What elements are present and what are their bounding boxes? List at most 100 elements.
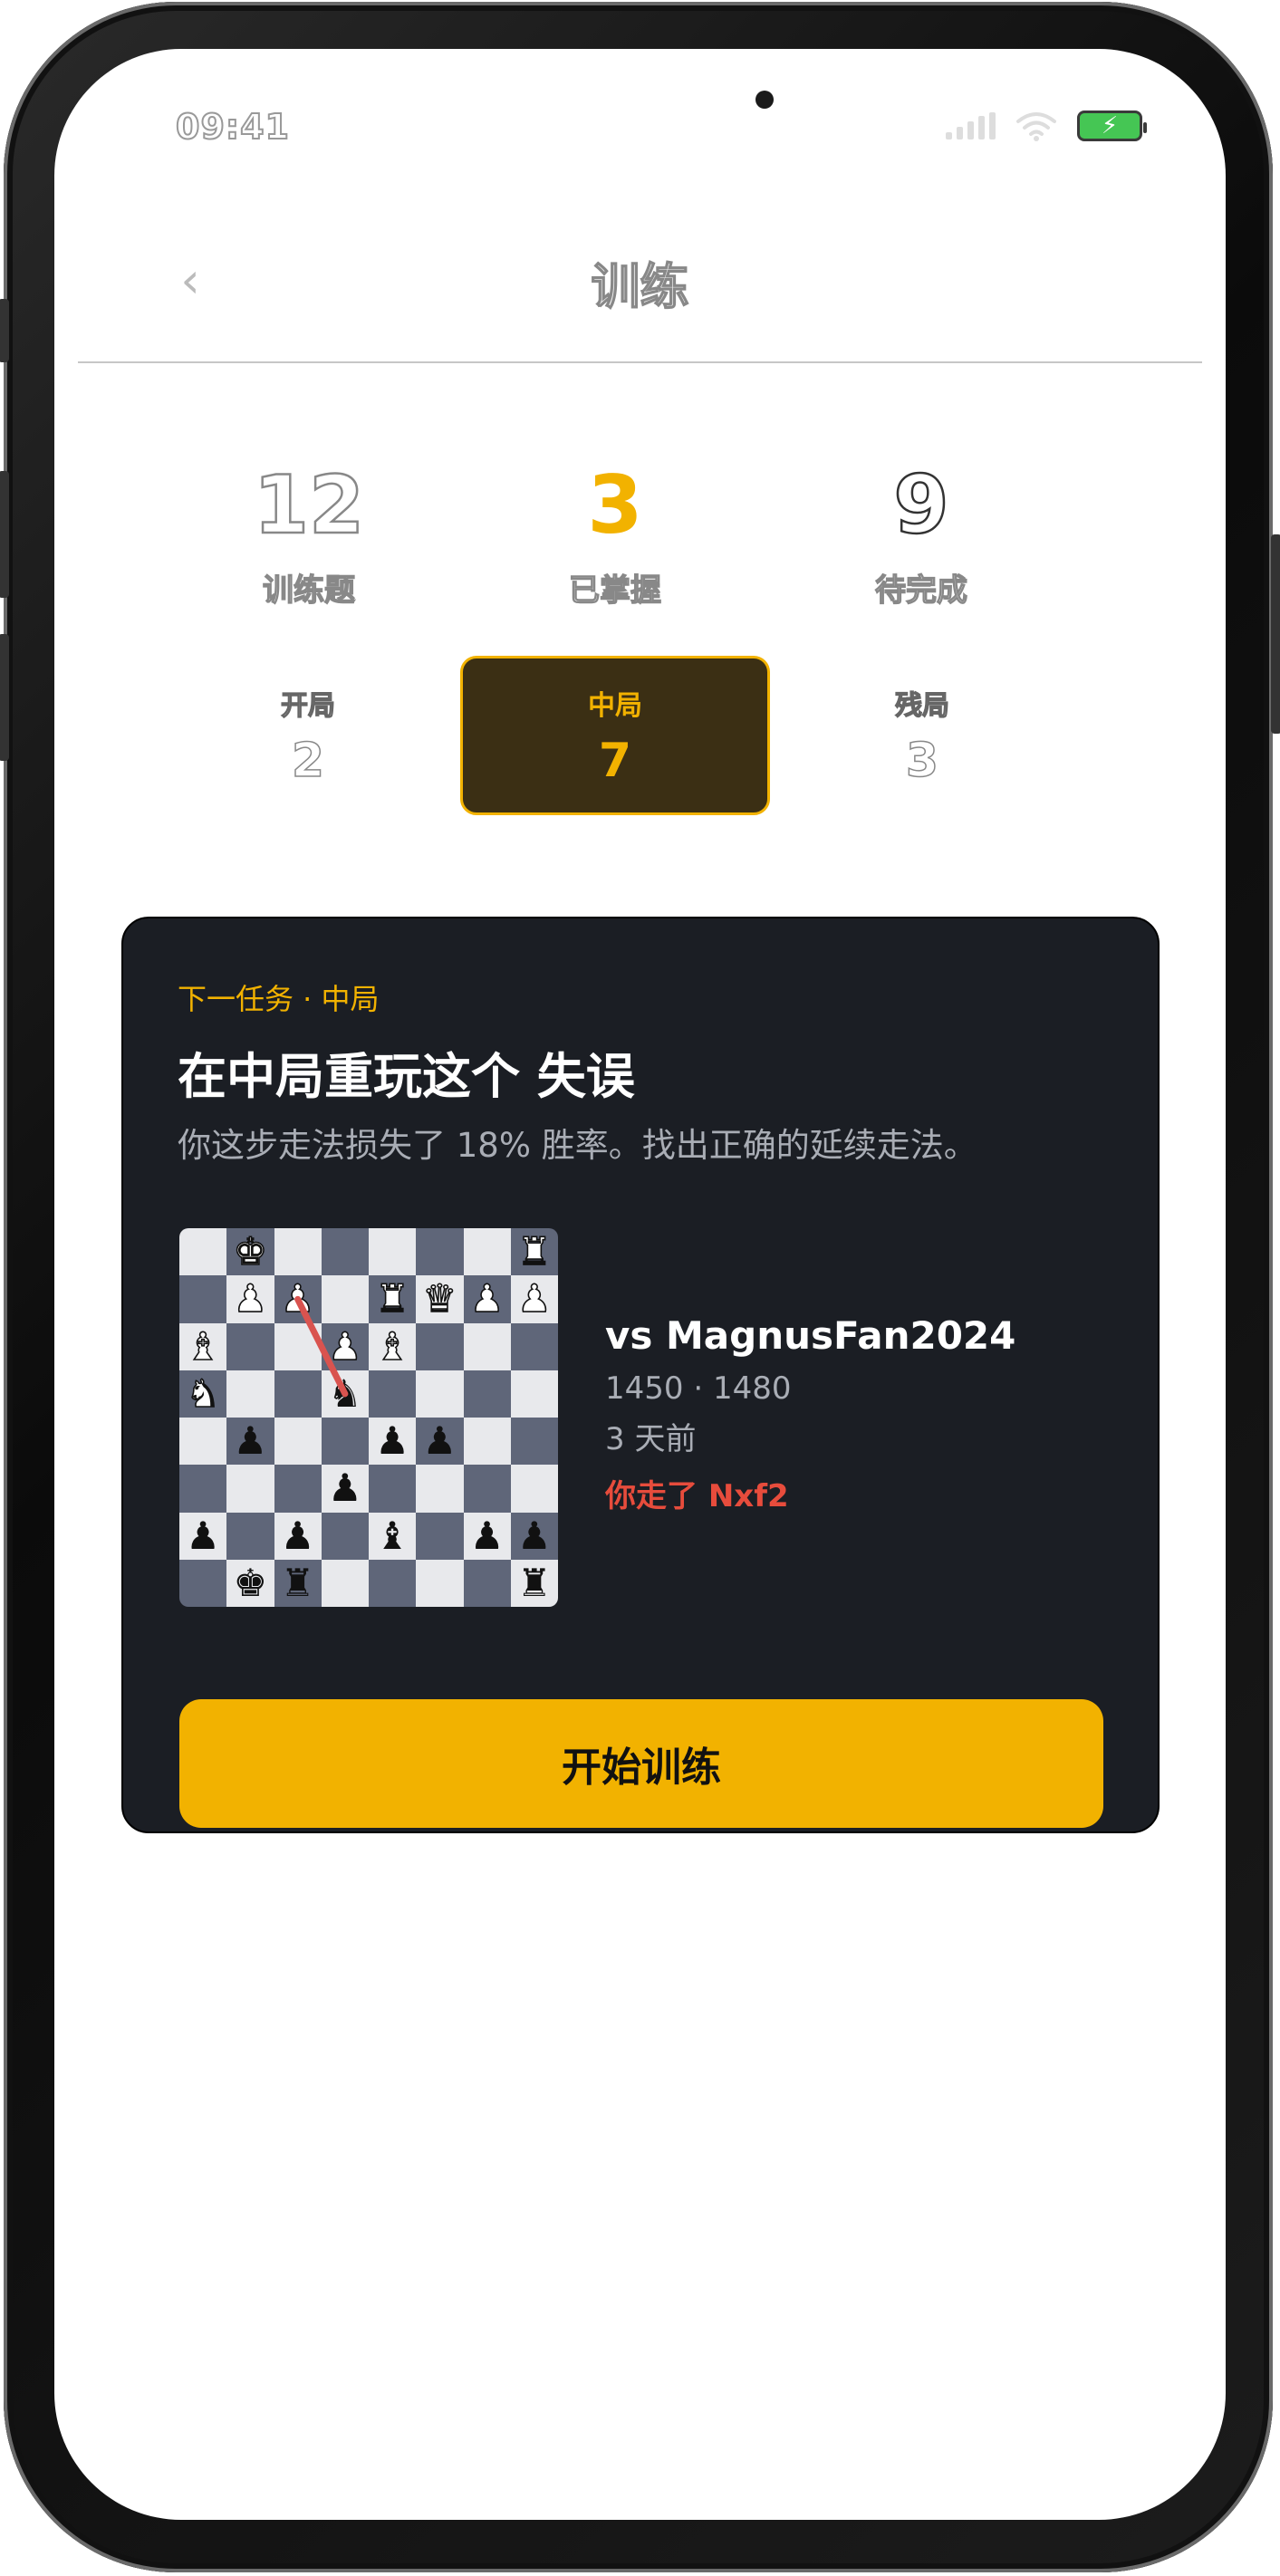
white-rook-icon: ♜ <box>516 1229 552 1274</box>
board-square[interactable] <box>321 1559 369 1607</box>
stat-mastered: 3 已掌握 <box>462 466 768 610</box>
board-square[interactable] <box>274 1228 322 1276</box>
board-square[interactable]: ♟ <box>369 1418 417 1466</box>
board-square[interactable]: ♟ <box>179 1512 227 1560</box>
board-square[interactable] <box>463 1228 511 1276</box>
board-square[interactable] <box>463 1418 511 1466</box>
board-square[interactable]: ♟ <box>274 1275 322 1323</box>
board-square[interactable] <box>179 1418 227 1466</box>
category-tabs: 开局 2 中局 7 残局 3 <box>156 656 1074 815</box>
board-square[interactable]: ♞ <box>321 1370 369 1418</box>
board-square[interactable]: ♟ <box>510 1512 558 1560</box>
board-square[interactable] <box>416 1228 464 1276</box>
board-square[interactable]: ♟ <box>321 1322 369 1370</box>
white-king-icon: ♚ <box>233 1229 268 1274</box>
white-rook-icon: ♜ <box>375 1276 410 1322</box>
board-square[interactable] <box>226 1322 274 1370</box>
stat-label: 待完成 <box>874 572 967 609</box>
board-square[interactable] <box>510 1370 558 1418</box>
board-square[interactable]: ♟ <box>463 1512 511 1560</box>
board-square[interactable] <box>416 1559 464 1607</box>
black-pawn-icon: ♟ <box>280 1513 315 1558</box>
board-square[interactable]: ♝ <box>369 1322 417 1370</box>
board-square[interactable]: ♝ <box>179 1322 227 1370</box>
board-square[interactable]: ♟ <box>226 1275 274 1323</box>
board-square[interactable]: ♜ <box>510 1228 558 1276</box>
board-square[interactable] <box>226 1465 274 1513</box>
time-ago: 3 天前 <box>605 1421 697 1457</box>
task-eyebrow: 下一任务 · 中局 <box>178 982 380 1016</box>
tab-opening[interactable]: 开局 2 <box>156 656 460 815</box>
board-square[interactable] <box>416 1322 464 1370</box>
board-square[interactable]: ♟ <box>416 1418 464 1466</box>
header-divider <box>78 361 1202 363</box>
board-square[interactable] <box>510 1322 558 1370</box>
board-square[interactable]: ♚ <box>226 1559 274 1607</box>
white-queen-icon: ♛ <box>422 1276 457 1322</box>
board-square[interactable]: ♟ <box>274 1512 322 1560</box>
board-square[interactable]: ♛ <box>416 1275 464 1323</box>
board-square[interactable] <box>369 1228 417 1276</box>
board-square[interactable] <box>463 1322 511 1370</box>
board-square[interactable]: ♜ <box>274 1559 322 1607</box>
board-square[interactable] <box>510 1418 558 1466</box>
board-square[interactable] <box>179 1559 227 1607</box>
start-training-button[interactable]: 开始训练 <box>179 1699 1103 1828</box>
board-square[interactable] <box>463 1559 511 1607</box>
board-square[interactable] <box>321 1512 369 1560</box>
tab-label: 开局 <box>280 689 335 722</box>
board-square[interactable] <box>179 1228 227 1276</box>
board-square[interactable] <box>226 1370 274 1418</box>
board-square[interactable]: ♝ <box>369 1512 417 1560</box>
power-button <box>1271 534 1280 734</box>
board-square[interactable] <box>369 1465 417 1513</box>
task-title: 在中局重玩这个 失误 <box>178 1048 635 1105</box>
board-square[interactable] <box>274 1322 322 1370</box>
board-square[interactable] <box>321 1418 369 1466</box>
board-square[interactable] <box>416 1512 464 1560</box>
white-pawn-icon: ♟ <box>469 1276 505 1322</box>
tab-middlegame[interactable]: 中局 7 <box>460 656 770 815</box>
board-square[interactable]: ♟ <box>321 1465 369 1513</box>
tab-label: 中局 <box>588 690 642 722</box>
black-pawn-icon: ♟ <box>328 1466 362 1511</box>
black-bishop-icon: ♝ <box>375 1513 409 1558</box>
tab-endgame[interactable]: 残局 3 <box>770 656 1074 815</box>
board-square[interactable] <box>510 1465 558 1513</box>
wifi-icon <box>1016 112 1056 141</box>
white-bishop-icon: ♝ <box>186 1323 221 1369</box>
page-title: 训练 <box>591 257 690 316</box>
board-square[interactable] <box>416 1465 464 1513</box>
game-info: vs MagnusFan2024 1450 · 1480 3 天前 你走了 Nx… <box>605 1313 1015 1515</box>
white-pawn-icon: ♟ <box>516 1276 552 1322</box>
board-square[interactable]: ♚ <box>226 1228 274 1276</box>
board-square[interactable] <box>463 1370 511 1418</box>
board-square[interactable] <box>321 1275 369 1323</box>
board-square[interactable] <box>369 1370 417 1418</box>
board-square[interactable] <box>369 1559 417 1607</box>
board-square[interactable]: ♟ <box>510 1275 558 1323</box>
board-square[interactable]: ♞ <box>179 1370 227 1418</box>
black-rook-icon: ♜ <box>280 1560 315 1605</box>
signal-icon <box>946 112 996 139</box>
board-square[interactable] <box>463 1465 511 1513</box>
board-square[interactable]: ♟ <box>463 1275 511 1323</box>
board-square[interactable]: ♟ <box>226 1418 274 1466</box>
black-pawn-icon: ♟ <box>517 1513 552 1558</box>
board-square[interactable] <box>274 1418 322 1466</box>
stat-value: 12 <box>253 458 366 552</box>
black-rook-icon: ♜ <box>517 1560 552 1605</box>
board-square[interactable]: ♜ <box>369 1275 417 1323</box>
chess-board[interactable]: ♚ ♜ ♟ ♟ ♜ ♛ ♟ ♟ ♝ ♟ ♝ ♞ ♞ ♟ ♟ ♟ ♟ ♟ ♟ ♝ ♟ ♟ ♚ ♜ ♜ <box>179 1228 558 1607</box>
board-square[interactable] <box>416 1370 464 1418</box>
board-square[interactable] <box>179 1465 227 1513</box>
board-square[interactable] <box>274 1370 322 1418</box>
black-knight-icon: ♞ <box>328 1370 362 1416</box>
board-square[interactable] <box>179 1275 227 1323</box>
board-square[interactable] <box>321 1228 369 1276</box>
status-icons: ⚡ <box>946 111 1147 141</box>
board-square[interactable]: ♜ <box>510 1559 558 1607</box>
board-square[interactable] <box>226 1512 274 1560</box>
board-square[interactable] <box>274 1465 322 1513</box>
black-king-icon: ♚ <box>233 1560 268 1605</box>
